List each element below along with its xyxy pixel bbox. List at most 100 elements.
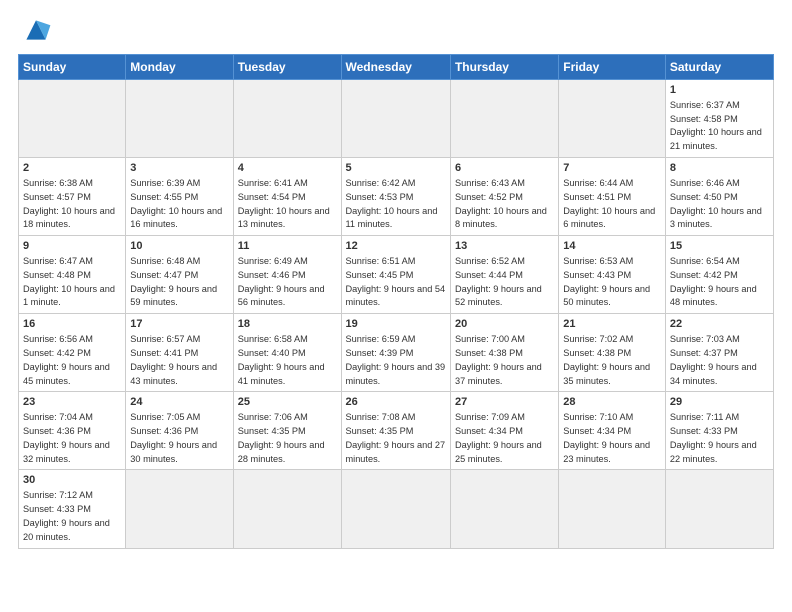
calendar-week-row: 30 Sunrise: 7:12 AM Sunset: 4:33 PM Dayli… — [19, 470, 774, 548]
calendar-cell: 27 Sunrise: 7:09 AM Sunset: 4:34 PM Dayli… — [450, 392, 558, 470]
day-number: 21 — [563, 317, 661, 332]
calendar-cell: 26 Sunrise: 7:08 AM Sunset: 4:35 PM Dayli… — [341, 392, 450, 470]
day-number: 20 — [455, 317, 554, 332]
calendar-week-row: 16Sunrise: 6:56 AM Sunset: 4:42 PM Dayli… — [19, 314, 774, 392]
day-info: Sunrise: 6:41 AM Sunset: 4:54 PM Dayligh… — [238, 178, 330, 229]
calendar-cell: 3Sunrise: 6:39 AM Sunset: 4:55 PM Daylig… — [126, 158, 233, 236]
day-info: Sunrise: 6:54 AM Sunset: 4:42 PM Dayligh… — [670, 256, 757, 307]
calendar-cell: 6 Sunrise: 6:43 AM Sunset: 4:52 PM Daylig… — [450, 158, 558, 236]
calendar-cell: 12Sunrise: 6:51 AM Sunset: 4:45 PM Dayli… — [341, 236, 450, 314]
calendar-cell: 17Sunrise: 6:57 AM Sunset: 4:41 PM Dayli… — [126, 314, 233, 392]
day-number: 15 — [670, 239, 769, 254]
day-number: 26 — [346, 395, 446, 410]
day-info: Sunrise: 7:09 AM Sunset: 4:34 PM Dayligh… — [455, 412, 542, 463]
day-info: Sunrise: 6:37 AM Sunset: 4:58 PM Dayligh… — [670, 100, 762, 151]
day-info: Sunrise: 6:53 AM Sunset: 4:43 PM Dayligh… — [563, 256, 650, 307]
calendar-cell: 28Sunrise: 7:10 AM Sunset: 4:34 PM Dayli… — [559, 392, 666, 470]
calendar-cell — [559, 80, 666, 158]
calendar-cell: 18 Sunrise: 6:58 AM Sunset: 4:40 PM Dayli… — [233, 314, 341, 392]
calendar-cell: 10 Sunrise: 6:48 AM Sunset: 4:47 PM Dayli… — [126, 236, 233, 314]
day-info: Sunrise: 6:43 AM Sunset: 4:52 PM Dayligh… — [455, 178, 547, 229]
day-info: Sunrise: 7:06 AM Sunset: 4:35 PM Dayligh… — [238, 412, 325, 463]
calendar-table: SundayMondayTuesdayWednesdayThursdayFrid… — [18, 54, 774, 549]
calendar-cell — [341, 470, 450, 548]
day-info: Sunrise: 6:58 AM Sunset: 4:40 PM Dayligh… — [238, 334, 325, 385]
calendar-cell — [233, 80, 341, 158]
calendar-cell: 4 Sunrise: 6:41 AM Sunset: 4:54 PM Daylig… — [233, 158, 341, 236]
day-number: 30 — [23, 473, 121, 488]
day-number: 11 — [238, 239, 337, 254]
calendar-cell: 8 Sunrise: 6:46 AM Sunset: 4:50 PM Daylig… — [665, 158, 773, 236]
day-info: Sunrise: 7:00 AM Sunset: 4:38 PM Dayligh… — [455, 334, 542, 385]
logo-icon — [20, 16, 52, 44]
day-number: 18 — [238, 317, 337, 332]
calendar-cell: 22 Sunrise: 7:03 AM Sunset: 4:37 PM Dayli… — [665, 314, 773, 392]
day-number: 8 — [670, 161, 769, 176]
day-info: Sunrise: 6:42 AM Sunset: 4:53 PM Dayligh… — [346, 178, 438, 229]
day-info: Sunrise: 6:44 AM Sunset: 4:51 PM Dayligh… — [563, 178, 655, 229]
calendar-week-row: 23 Sunrise: 7:04 AM Sunset: 4:36 PM Dayli… — [19, 392, 774, 470]
day-number: 2 — [23, 161, 121, 176]
day-of-week-header: Saturday — [665, 55, 773, 80]
calendar-cell: 29 Sunrise: 7:11 AM Sunset: 4:33 PM Dayli… — [665, 392, 773, 470]
day-of-week-header: Monday — [126, 55, 233, 80]
calendar-cell: 19 Sunrise: 6:59 AM Sunset: 4:39 PM Dayli… — [341, 314, 450, 392]
calendar-cell — [126, 80, 233, 158]
calendar-cell — [559, 470, 666, 548]
day-number: 19 — [346, 317, 446, 332]
calendar-cell: 2 Sunrise: 6:38 AM Sunset: 4:57 PM Daylig… — [19, 158, 126, 236]
calendar-cell — [233, 470, 341, 548]
day-number: 6 — [455, 161, 554, 176]
calendar-week-row: 1 Sunrise: 6:37 AM Sunset: 4:58 PM Daylig… — [19, 80, 774, 158]
calendar-cell: 9Sunrise: 6:47 AM Sunset: 4:48 PM Daylig… — [19, 236, 126, 314]
day-number: 4 — [238, 161, 337, 176]
day-number: 10 — [130, 239, 228, 254]
day-number: 5 — [346, 161, 446, 176]
day-number: 3 — [130, 161, 228, 176]
day-info: Sunrise: 7:12 AM Sunset: 4:33 PM Dayligh… — [23, 490, 110, 541]
day-info: Sunrise: 7:02 AM Sunset: 4:38 PM Dayligh… — [563, 334, 650, 385]
day-number: 27 — [455, 395, 554, 410]
day-info: Sunrise: 6:48 AM Sunset: 4:47 PM Dayligh… — [130, 256, 217, 307]
day-of-week-header: Wednesday — [341, 55, 450, 80]
calendar-cell — [341, 80, 450, 158]
day-info: Sunrise: 7:08 AM Sunset: 4:35 PM Dayligh… — [346, 412, 446, 463]
calendar-week-row: 9Sunrise: 6:47 AM Sunset: 4:48 PM Daylig… — [19, 236, 774, 314]
calendar-cell: 21 Sunrise: 7:02 AM Sunset: 4:38 PM Dayli… — [559, 314, 666, 392]
day-of-week-header: Tuesday — [233, 55, 341, 80]
day-info: Sunrise: 6:56 AM Sunset: 4:42 PM Dayligh… — [23, 334, 110, 385]
day-number: 7 — [563, 161, 661, 176]
day-info: Sunrise: 7:11 AM Sunset: 4:33 PM Dayligh… — [670, 412, 757, 463]
day-info: Sunrise: 7:03 AM Sunset: 4:37 PM Dayligh… — [670, 334, 757, 385]
calendar-cell — [19, 80, 126, 158]
calendar-cell: 14 Sunrise: 6:53 AM Sunset: 4:43 PM Dayli… — [559, 236, 666, 314]
day-info: Sunrise: 7:05 AM Sunset: 4:36 PM Dayligh… — [130, 412, 217, 463]
calendar-cell: 11 Sunrise: 6:49 AM Sunset: 4:46 PM Dayli… — [233, 236, 341, 314]
day-of-week-header: Thursday — [450, 55, 558, 80]
calendar-cell — [450, 80, 558, 158]
day-of-week-header: Sunday — [19, 55, 126, 80]
calendar-cell: 16Sunrise: 6:56 AM Sunset: 4:42 PM Dayli… — [19, 314, 126, 392]
day-info: Sunrise: 6:49 AM Sunset: 4:46 PM Dayligh… — [238, 256, 325, 307]
day-info: Sunrise: 6:46 AM Sunset: 4:50 PM Dayligh… — [670, 178, 762, 229]
day-info: Sunrise: 7:10 AM Sunset: 4:34 PM Dayligh… — [563, 412, 650, 463]
calendar-week-row: 2 Sunrise: 6:38 AM Sunset: 4:57 PM Daylig… — [19, 158, 774, 236]
day-info: Sunrise: 6:47 AM Sunset: 4:48 PM Dayligh… — [23, 256, 115, 307]
day-number: 14 — [563, 239, 661, 254]
calendar-cell: 1 Sunrise: 6:37 AM Sunset: 4:58 PM Daylig… — [665, 80, 773, 158]
calendar-cell: 24Sunrise: 7:05 AM Sunset: 4:36 PM Dayli… — [126, 392, 233, 470]
day-info: Sunrise: 6:59 AM Sunset: 4:39 PM Dayligh… — [346, 334, 446, 385]
day-number: 1 — [670, 83, 769, 98]
day-info: Sunrise: 7:04 AM Sunset: 4:36 PM Dayligh… — [23, 412, 110, 463]
day-info: Sunrise: 6:38 AM Sunset: 4:57 PM Dayligh… — [23, 178, 115, 229]
day-number: 25 — [238, 395, 337, 410]
day-number: 29 — [670, 395, 769, 410]
calendar-cell — [665, 470, 773, 548]
day-number: 23 — [23, 395, 121, 410]
calendar-cell: 13Sunrise: 6:52 AM Sunset: 4:44 PM Dayli… — [450, 236, 558, 314]
logo — [18, 16, 52, 44]
calendar-cell: 15 Sunrise: 6:54 AM Sunset: 4:42 PM Dayli… — [665, 236, 773, 314]
day-number: 22 — [670, 317, 769, 332]
day-info: Sunrise: 6:57 AM Sunset: 4:41 PM Dayligh… — [130, 334, 217, 385]
calendar-cell: 23 Sunrise: 7:04 AM Sunset: 4:36 PM Dayli… — [19, 392, 126, 470]
